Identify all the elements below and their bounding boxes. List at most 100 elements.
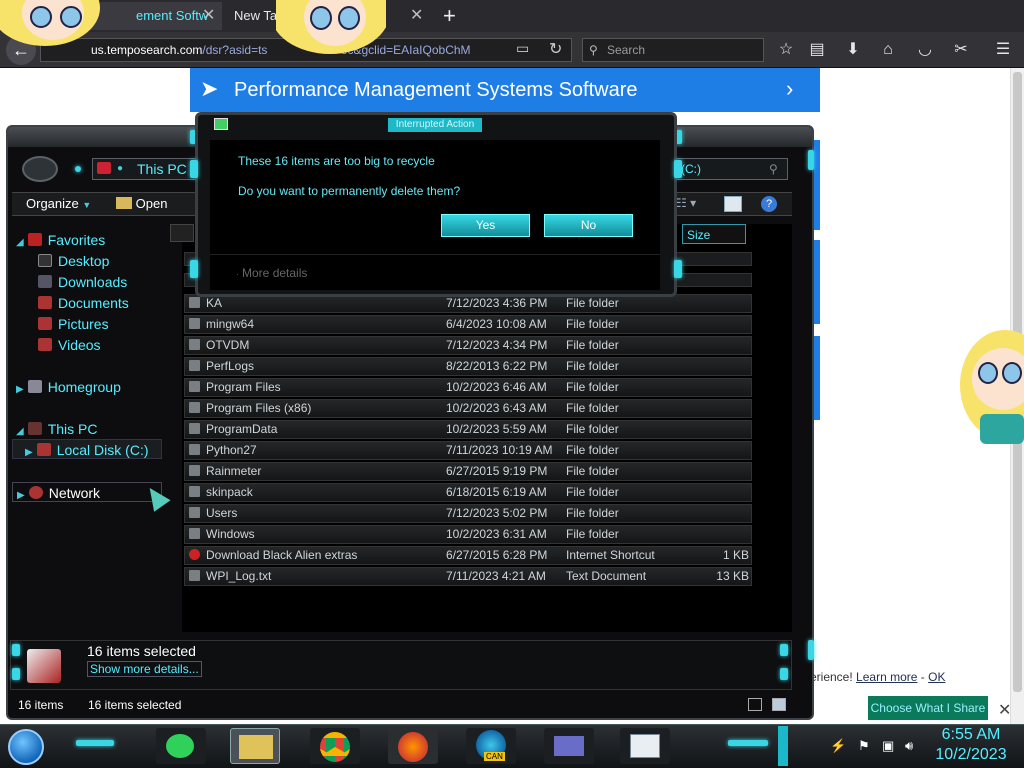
reload-icon[interactable]: ↻ [549,39,562,59]
help-icon[interactable]: ? [761,196,777,212]
frame-light [674,260,682,278]
file-date-modified: 6/27/2015 6:28 PM [446,548,548,562]
learn-more-link[interactable]: Learn more [856,670,917,684]
ok-link[interactable]: OK [928,670,945,684]
nav-downloads[interactable]: Downloads [38,272,127,292]
nav-label: Homegroup [47,379,121,395]
table-row[interactable]: ProgramData 10/2/2023 5:59 AM File folder [184,420,752,439]
table-row[interactable]: PerfLogs 8/22/2013 6:22 PM File folder [184,357,752,376]
bookmark-star-icon[interactable]: ☆ [775,40,797,62]
notice-text: erience! [810,670,853,684]
taskbar-app-firefox[interactable] [388,728,438,764]
volume-icon[interactable]: 🔊︎ [905,738,913,754]
details-selected-count: 16 items selected [87,643,196,659]
organize-label: Organize [26,196,79,211]
reader-view-icon[interactable]: ▭ [516,40,529,57]
start-button[interactable] [8,729,44,765]
pocket-icon[interactable]: ◡ [914,40,936,62]
file-date-modified: 6/4/2023 10:08 AM [446,317,547,331]
table-row[interactable]: skinpack 6/18/2015 6:19 AM File folder [184,483,752,502]
choose-share-button[interactable]: Choose What I Share [868,696,988,720]
download-icon[interactable]: ⬇ [842,40,864,62]
tray-app-icon[interactable]: ⚡ [830,738,846,754]
file-name-cell: Program Files [185,379,281,396]
table-row[interactable]: Download Black Alien extras 6/27/2015 6:2… [184,546,752,565]
yes-button[interactable]: Yes [441,214,530,237]
close-icon[interactable]: ✕ [998,700,1011,720]
table-row[interactable]: WPI_Log.txt 7/11/2023 4:21 AM Text Documen… [184,567,752,586]
nav-this-pc[interactable]: ◢ This PC [16,419,98,439]
resource-monitor-icon [630,734,660,758]
file-name: OTVDM [206,338,250,352]
nav-network[interactable]: ▶ Network [12,482,162,502]
new-tab-plus-icon[interactable]: + [443,2,456,30]
nav-documents[interactable]: Documents [38,293,129,313]
frame-light [808,640,814,660]
no-button[interactable]: No [544,214,633,237]
network-tray-icon[interactable]: ▣ [882,738,894,754]
organize-button[interactable]: Organize ▼ [26,192,91,216]
library-icon[interactable]: ▤ [806,40,828,62]
nav-label: Downloads [58,274,128,290]
open-button[interactable]: Open [116,192,167,216]
file-name-cell: Program Files (x86) [185,400,311,417]
file-name: ProgramData [206,422,278,436]
table-row[interactable]: mingw64 6/4/2023 10:08 AM File folder [184,315,752,334]
taskbar-app-explorer[interactable] [230,728,280,764]
tab-close-icon[interactable]: ✕ [410,2,423,30]
nav-local-disk[interactable]: ▶ Local Disk (C:) [12,439,162,459]
table-row[interactable]: Windows 10/2/2023 6:31 AM File folder [184,525,752,544]
taskbar-app-control[interactable] [544,728,594,764]
tab-close-icon[interactable]: ✕ [202,2,215,30]
nav-orb-button[interactable] [22,156,58,182]
nav-homegroup[interactable]: ▶ Homegroup [16,377,121,397]
column-header-size[interactable]: Size [682,224,746,244]
table-row[interactable]: Python27 7/11/2023 10:19 AM File folder [184,441,752,460]
column-header-name[interactable] [170,224,194,242]
file-name-cell: PerfLogs [185,358,254,375]
folder-icon [116,197,132,209]
file-type: File folder [566,422,619,436]
chevron-down-icon: · [236,270,239,279]
preview-pane-icon[interactable] [724,196,742,212]
view-options-icon[interactable]: ☷ ▾ [676,196,696,210]
table-row[interactable]: OTVDM 7/12/2023 4:34 PM File folder [184,336,752,355]
large-icons-view-icon[interactable] [772,698,786,711]
chevron-right-icon[interactable]: › [786,76,793,102]
screenshot-icon[interactable]: ✂ [950,40,972,62]
clock-time[interactable]: 6:55 AM [930,726,1012,744]
folder-icon [189,381,200,392]
search-icon[interactable]: ⚲ [769,159,778,179]
file-date-modified: 7/11/2023 10:19 AM [446,443,553,457]
nav-desktop[interactable]: Desktop [38,251,109,271]
folder-icon [189,297,200,308]
details-view-icon[interactable] [748,698,762,711]
cartoon-sticker-left [0,0,100,48]
file-date-modified: 10/2/2023 6:43 AM [446,401,547,415]
clock-date[interactable]: 10/2/2023 [930,746,1012,764]
file-name: mingw64 [206,317,255,331]
action-center-flag-icon[interactable]: ⚑ [858,738,870,754]
taskbar-app-notes[interactable] [156,728,206,764]
frame-light [190,260,198,278]
nav-dot [75,166,81,172]
page-banner[interactable]: Performance Management Systems Software [190,68,820,112]
table-row[interactable]: Users 7/12/2023 5:02 PM File folder [184,504,752,523]
taskbar-app-monitor[interactable] [620,728,670,764]
home-icon[interactable]: ⌂ [877,40,899,62]
show-more-details-link[interactable]: Show more details... [87,661,202,677]
nav-pictures[interactable]: Pictures [38,314,109,334]
taskbar-app-edge[interactable]: CAN [466,728,516,764]
menu-hamburger-icon[interactable]: ☰ [992,40,1014,62]
nav-label: Network [48,485,101,501]
table-row[interactable]: Rainmeter 6/27/2015 9:19 PM File folder [184,462,752,481]
drive-icon [36,443,51,456]
nav-videos[interactable]: Videos [38,335,101,355]
table-row[interactable]: Program Files (x86) 10/2/2023 6:43 AM File… [184,399,752,418]
search-input[interactable]: ⚲ Search [582,38,764,62]
table-row[interactable]: Program Files 10/2/2023 6:46 AM File folde… [184,378,752,397]
computer-icon [27,422,42,435]
nav-favorites[interactable]: ◢ Favorites [16,230,105,250]
taskbar-app-chrome[interactable] [310,728,360,764]
more-details-toggle[interactable]: · More details [236,266,307,280]
